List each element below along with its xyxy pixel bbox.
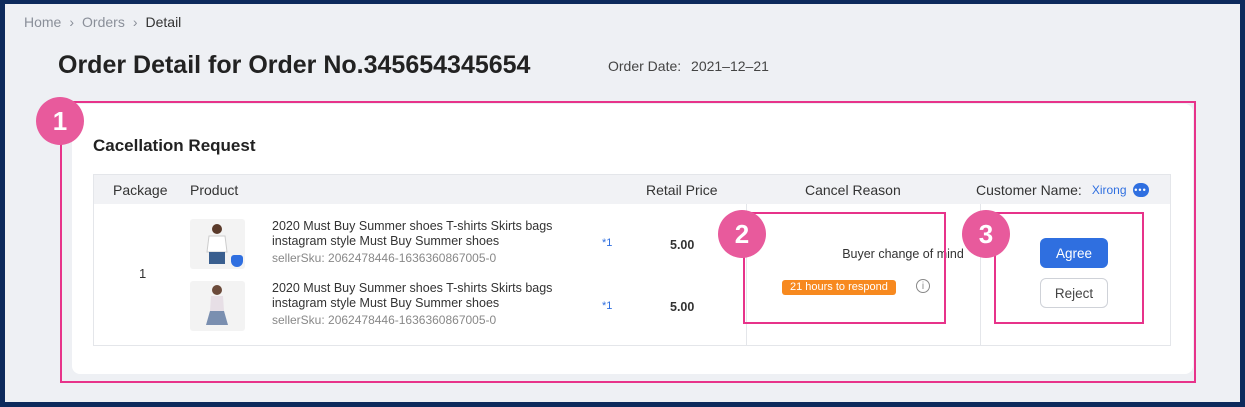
chevron-right-icon: ›: [132, 14, 138, 30]
chevron-right-icon: ›: [69, 14, 75, 30]
order-date: Order Date: 2021–12–21: [608, 58, 769, 74]
breadcrumb-home[interactable]: Home: [24, 14, 61, 30]
order-date-label: Order Date:: [608, 58, 682, 74]
annotation-box-3: [994, 212, 1144, 324]
breadcrumb: Home › Orders › Detail: [24, 14, 181, 30]
breadcrumb-orders[interactable]: Orders: [82, 14, 125, 30]
breadcrumb-detail: Detail: [145, 14, 182, 30]
order-date-value: 2021–12–21: [691, 58, 769, 74]
annotation-box-2: [743, 212, 946, 324]
annotation-badge-2: 2: [718, 210, 766, 258]
annotation-badge-3: 3: [962, 210, 1010, 258]
app-frame: Home › Orders › Detail Order Detail for …: [5, 4, 1240, 402]
page-title: Order Detail for Order No.345654345654: [58, 51, 531, 79]
annotation-badge-1: 1: [36, 97, 84, 145]
